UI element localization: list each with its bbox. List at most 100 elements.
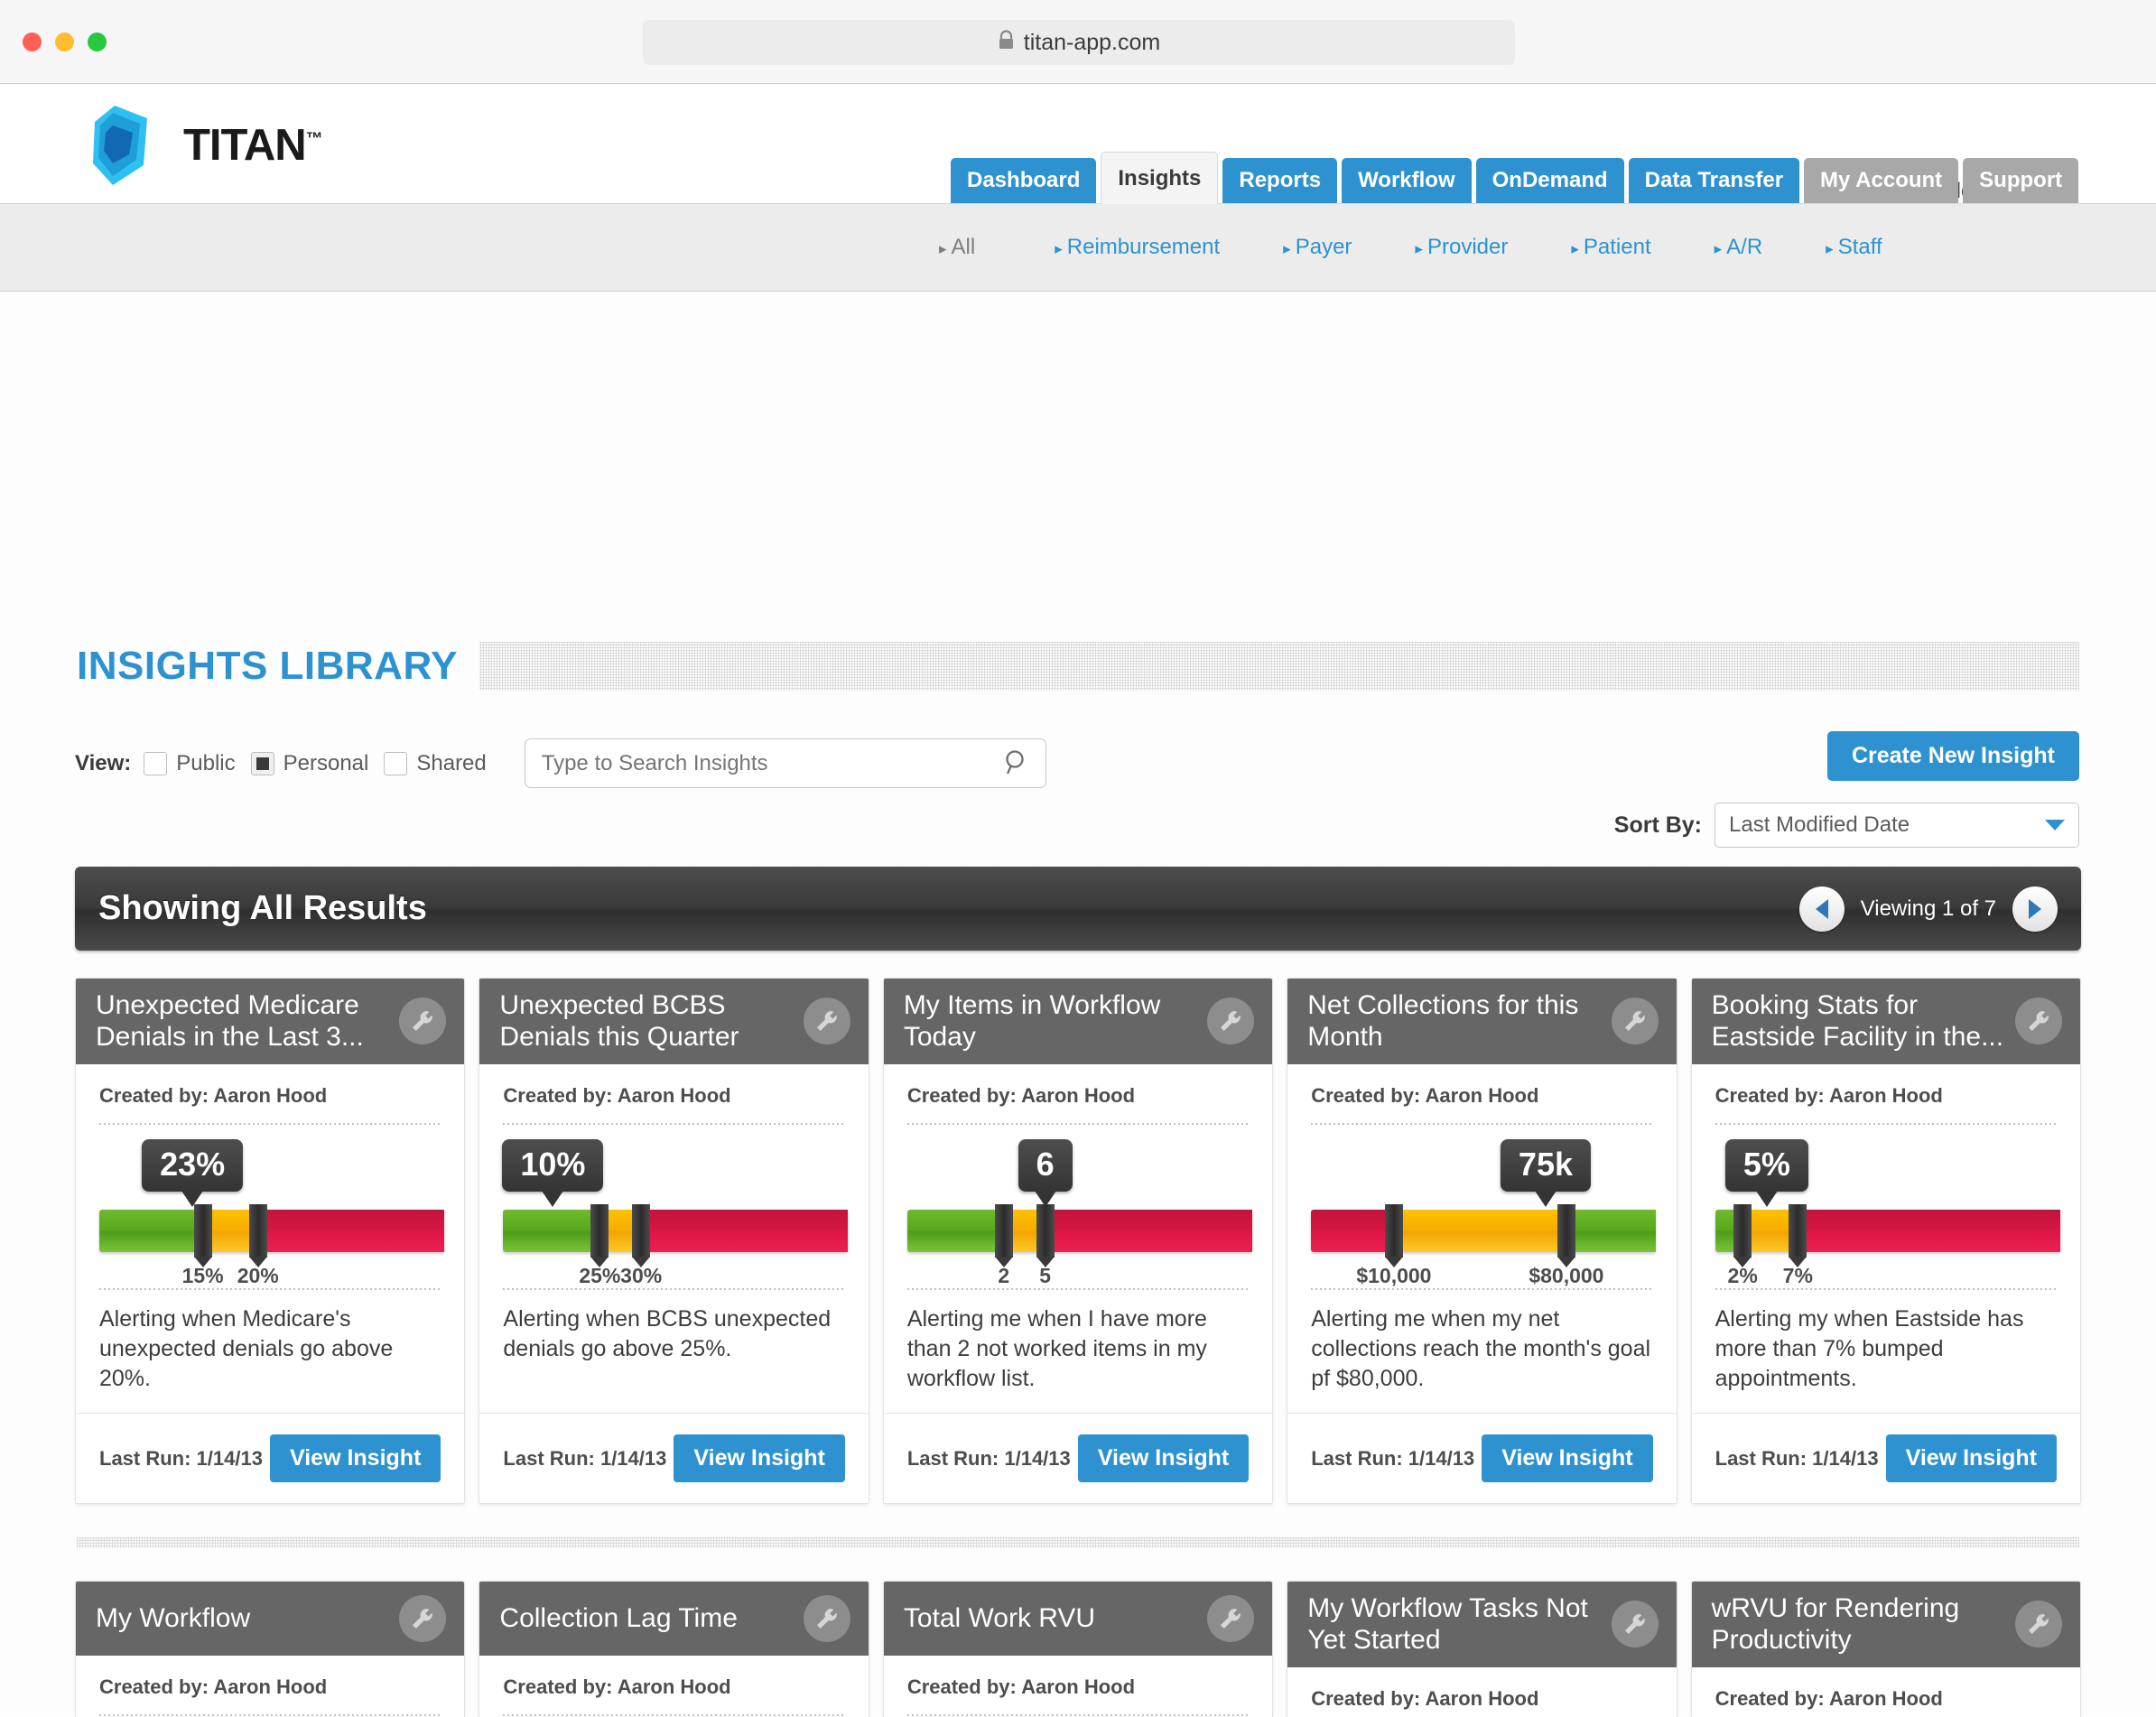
insight-card[interactable]: Unexpected BCBS Denials this Quarter Crea…	[479, 978, 869, 1504]
tab-reports[interactable]: Reports	[1222, 158, 1338, 203]
insight-card-body: Created by: Aaron Hood 10% 25% 30% Alerting …	[479, 1064, 868, 1413]
search-icon[interactable]	[1004, 749, 1029, 781]
threshold-marker[interactable]	[994, 1203, 1013, 1267]
subnav-item-provider[interactable]: ▸ Provider	[1415, 235, 1508, 260]
threshold-gauge: 6 2 5	[906, 1130, 1252, 1287]
checkbox-shared[interactable]	[384, 751, 408, 775]
gauge-tick-label: 2	[998, 1263, 1010, 1287]
wrench-icon[interactable]	[803, 1595, 850, 1642]
subnav-item-reimbursement[interactable]: ▸ Reimbursement	[1055, 235, 1220, 260]
gauge-bar	[1715, 1203, 2060, 1267]
page-title: INSIGHTS LIBRARY	[77, 642, 479, 691]
search-box[interactable]	[524, 738, 1046, 788]
gauge-tick-label: 20%	[237, 1263, 279, 1287]
wrench-icon[interactable]	[803, 998, 850, 1045]
insight-card[interactable]: Net Collections for this Month Created by…	[1287, 978, 1677, 1504]
wrench-icon[interactable]	[1207, 998, 1255, 1045]
subnav-item-all[interactable]: ▸ All	[939, 235, 975, 260]
view-filter-shared[interactable]: Shared	[384, 751, 487, 776]
view-insight-button[interactable]: View Insight	[1077, 1434, 1250, 1482]
checkbox-personal[interactable]	[250, 751, 274, 775]
threshold-marker[interactable]	[632, 1203, 651, 1267]
gauge-value-bubble: 6	[1018, 1138, 1073, 1207]
gauge-bar	[99, 1203, 444, 1267]
threshold-marker[interactable]	[1733, 1203, 1752, 1267]
pagination-prev-button[interactable]	[1798, 886, 1845, 932]
subnav-item-payer[interactable]: ▸ Payer	[1283, 235, 1352, 260]
pagination-next-button[interactable]	[2012, 886, 2058, 932]
last-run-label: Last Run: 1/14/13	[1715, 1446, 1879, 1470]
insight-card-header: My Items in Workflow Today	[883, 979, 1273, 1064]
view-filter-personal[interactable]: Personal	[250, 751, 368, 776]
titan-logo-icon	[77, 98, 171, 192]
threshold-marker[interactable]	[590, 1203, 609, 1267]
view-insight-button[interactable]: View Insight	[270, 1434, 441, 1482]
sort-by-select[interactable]: Last Modified Date	[1715, 803, 2079, 848]
threshold-marker[interactable]	[248, 1203, 267, 1267]
wrench-icon[interactable]	[1611, 1601, 1659, 1648]
tab-data-transfer[interactable]: Data Transfer	[1628, 158, 1800, 203]
insight-card[interactable]: My Workflow Created by: Aaron Hood435You …	[75, 1581, 466, 1717]
close-window-button[interactable]	[23, 32, 42, 51]
view-insight-button[interactable]: View Insight	[1885, 1434, 2058, 1482]
wrench-icon[interactable]	[1207, 1595, 1255, 1642]
gauge-tick-label: 5	[1039, 1263, 1052, 1287]
gauge-tick-label: 15%	[181, 1263, 224, 1287]
view-filter-public[interactable]: Public	[144, 751, 236, 776]
insight-card-title: wRVU for Rendering Productivity	[1711, 1593, 1960, 1656]
tab-insights[interactable]: Insights	[1101, 152, 1219, 204]
checkbox-public[interactable]	[144, 751, 168, 775]
insight-card[interactable]: Unexpected Medicare Denials in the Last …	[75, 978, 466, 1504]
insight-card[interactable]: Collection Lag Time Created by: Aaron Hoo…	[479, 1581, 869, 1717]
divider	[503, 1714, 845, 1716]
insight-card[interactable]: Total Work RVU Created by: Aaron Hood4%5%…	[882, 1581, 1274, 1717]
created-by-label: Created by: Aaron Hood	[906, 1083, 1136, 1107]
gauge-segment-red	[641, 1209, 849, 1252]
created-by-label: Created by: Aaron Hood	[503, 1675, 731, 1698]
tab-workflow[interactable]: Workflow	[1342, 158, 1472, 203]
tab-my-account[interactable]: My Account	[1804, 158, 1959, 203]
tab-dashboard[interactable]: Dashboard	[951, 158, 1097, 203]
threshold-marker[interactable]	[1789, 1203, 1808, 1267]
subnav-item-patient[interactable]: ▸ Patient	[1571, 235, 1650, 260]
maximize-window-button[interactable]	[88, 32, 107, 51]
last-run-label: Last Run: 1/14/13	[1311, 1446, 1475, 1470]
gauge-segment-green	[1566, 1209, 1657, 1252]
view-insight-button[interactable]: View Insight	[674, 1434, 845, 1482]
insight-card-description: Alerting me when my net collections reac…	[1311, 1305, 1651, 1392]
insight-card-body: Created by: Aaron Hood 75k $10,000 $80,000 A…	[1287, 1064, 1676, 1413]
caret-right-icon: ▸	[1571, 240, 1579, 257]
threshold-marker[interactable]	[1036, 1203, 1055, 1267]
threshold-marker[interactable]	[193, 1203, 212, 1267]
main-content: INSIGHTS LIBRARY View: Public Personal Sha…	[0, 292, 2156, 1717]
wrench-icon[interactable]	[399, 1595, 447, 1642]
subnav-item-a-r[interactable]: ▸ A/R	[1715, 235, 1763, 260]
create-new-insight-button[interactable]: Create New Insight	[1826, 731, 2079, 781]
insight-card-row-2: My Workflow Created by: Aaron Hood435You …	[75, 1581, 2082, 1717]
wrench-icon[interactable]	[399, 998, 447, 1045]
search-input[interactable]	[525, 750, 959, 776]
insight-card[interactable]: My Items in Workflow Today Created by: Aa…	[882, 978, 1274, 1504]
threshold-marker[interactable]	[1557, 1203, 1575, 1267]
view-insight-button[interactable]: View Insight	[1482, 1434, 1653, 1482]
caret-right-icon: ▸	[939, 240, 947, 257]
tab-ondemand[interactable]: OnDemand	[1475, 158, 1624, 203]
insight-card[interactable]: wRVU for Rendering Productivity Created b…	[1690, 1581, 2082, 1717]
titan-logo[interactable]: TITAN™	[77, 98, 323, 192]
minimize-window-button[interactable]	[55, 32, 74, 51]
address-bar[interactable]: titan-app.com	[643, 20, 1515, 65]
gauge-tick-label: 25%	[579, 1263, 621, 1287]
threshold-gauge: 5% 2% 7%	[1715, 1130, 2060, 1287]
insight-card-title: My Items in Workflow Today	[903, 990, 1161, 1053]
wrench-icon[interactable]	[1611, 998, 1659, 1045]
wrench-icon[interactable]	[2015, 1601, 2063, 1648]
insight-card[interactable]: Booking Stats for Eastside Facility in t…	[1690, 978, 2082, 1504]
wrench-icon[interactable]	[2015, 998, 2063, 1045]
insight-card-title: Collection Lag Time	[499, 1603, 738, 1634]
threshold-gauge: 10% 25% 30%	[502, 1130, 849, 1287]
insight-card[interactable]: My Workflow Tasks Not Yet Started Created…	[1287, 1581, 1677, 1717]
threshold-marker[interactable]	[1384, 1203, 1403, 1267]
window-controls[interactable]	[23, 32, 107, 51]
subnav-item-staff[interactable]: ▸ Staff	[1826, 235, 1882, 260]
tab-support[interactable]: Support	[1963, 158, 2079, 203]
